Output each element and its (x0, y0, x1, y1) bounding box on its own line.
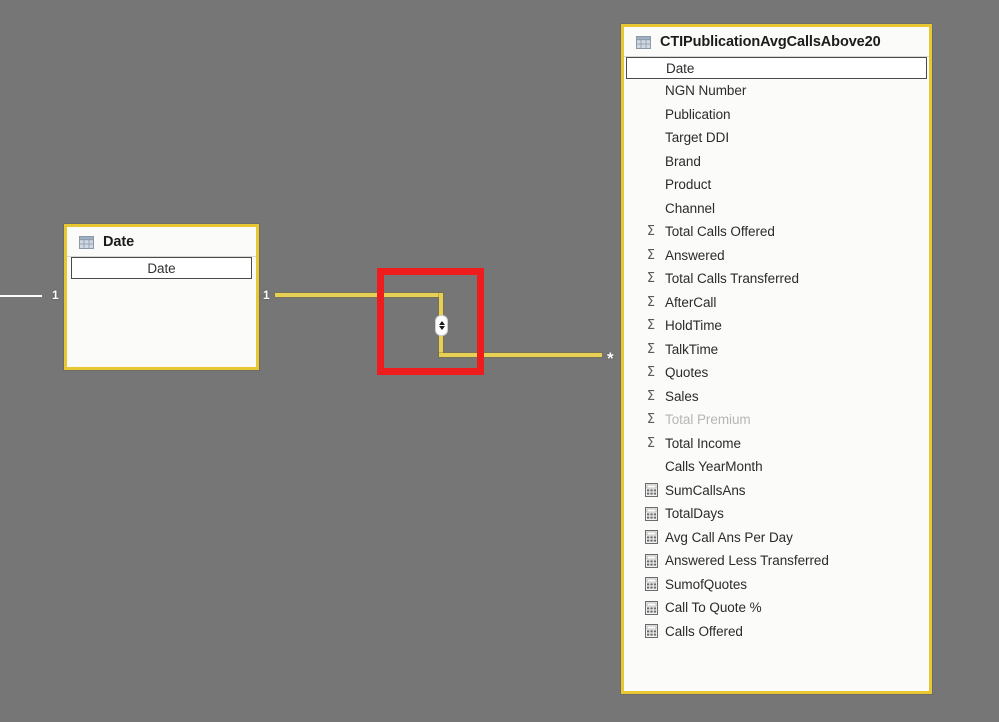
measure-icon (644, 624, 658, 639)
table-icon (636, 35, 651, 49)
field-label: Publication (665, 106, 731, 122)
field-label: Call To Quote % (665, 600, 762, 616)
field-row[interactable]: Channel (624, 197, 929, 221)
sigma-glyph: Σ (646, 271, 656, 287)
field-row[interactable]: Call To Quote % (624, 596, 929, 620)
measure-icon (644, 553, 658, 568)
field-row[interactable]: Σ HoldTime (624, 314, 929, 338)
field-label: Date (666, 60, 695, 76)
field-row[interactable]: Σ Total Calls Offered (624, 220, 929, 244)
relationship-line-offscreen[interactable] (0, 295, 42, 297)
sigma-icon: Σ (644, 342, 658, 356)
red-highlight-box (377, 268, 484, 375)
table-card-date[interactable]: Date Date (64, 224, 259, 370)
field-label: AfterCall (665, 294, 717, 310)
field-row[interactable]: Σ Answered (624, 244, 929, 268)
field-row[interactable]: SumofQuotes (624, 573, 929, 597)
measure-icon (644, 506, 658, 521)
sigma-glyph: Σ (646, 388, 656, 404)
field-row[interactable]: Σ Total Calls Transferred (624, 267, 929, 291)
field-label: Date (147, 260, 176, 276)
field-label: Product (665, 177, 712, 193)
field-row[interactable]: Calls YearMonth (624, 455, 929, 479)
sigma-glyph: Σ (646, 294, 656, 310)
field-label: Total Calls Transferred (665, 271, 799, 287)
cardinality-label-offscreen-one: 1 (52, 288, 59, 302)
field-row[interactable]: Date (626, 57, 927, 79)
cardinality-label-many: * (607, 349, 614, 368)
measure-icon (644, 483, 658, 498)
sigma-icon: Σ (644, 295, 658, 309)
field-row[interactable]: Target DDI (624, 126, 929, 150)
field-label: TalkTime (665, 341, 719, 357)
field-row[interactable]: Σ Total Income (624, 432, 929, 456)
field-row[interactable]: NGN Number (624, 79, 929, 103)
field-label: Answered (665, 247, 725, 263)
field-row[interactable]: Answered Less Transferred (624, 549, 929, 573)
field-label: Calls YearMonth (665, 459, 763, 475)
field-row[interactable]: Avg Call Ans Per Day (624, 526, 929, 550)
field-label: HoldTime (665, 318, 722, 334)
sigma-icon: Σ (644, 389, 658, 403)
field-label: NGN Number (665, 83, 747, 99)
field-label: Answered Less Transferred (665, 553, 829, 569)
field-row[interactable]: Σ Sales (624, 385, 929, 409)
field-row[interactable]: Σ Quotes (624, 361, 929, 385)
sigma-glyph: Σ (646, 318, 656, 334)
sigma-glyph: Σ (646, 412, 656, 428)
table-card-cti-publication[interactable]: CTIPublicationAvgCallsAbove20 Date NGN Nu… (621, 24, 932, 694)
table-header-date[interactable]: Date (67, 227, 256, 256)
field-row[interactable]: Σ Total Premium (624, 408, 929, 432)
sigma-icon: Σ (644, 272, 658, 286)
sigma-icon: Σ (644, 366, 658, 380)
field-label: Avg Call Ans Per Day (665, 529, 793, 545)
sigma-icon: Σ (644, 436, 658, 450)
field-row[interactable]: Product (624, 173, 929, 197)
field-label: TotalDays (665, 506, 724, 522)
field-label: Channel (665, 200, 715, 216)
table-header-cti-publication[interactable]: CTIPublicationAvgCallsAbove20 (624, 27, 929, 56)
field-label: SumofQuotes (665, 576, 747, 592)
sigma-glyph: Σ (646, 224, 656, 240)
field-label: Target DDI (665, 130, 730, 146)
field-label: Brand (665, 153, 701, 169)
field-row[interactable]: SumCallsAns (624, 479, 929, 503)
sigma-icon: Σ (644, 225, 658, 239)
field-label: Total Calls Offered (665, 224, 775, 240)
measure-icon (644, 600, 658, 615)
sigma-glyph: Σ (646, 435, 656, 451)
sigma-glyph: Σ (646, 247, 656, 263)
field-row[interactable]: Calls Offered (624, 620, 929, 644)
sigma-icon: Σ (644, 319, 658, 333)
sigma-icon: Σ (644, 413, 658, 427)
field-row[interactable]: Σ AfterCall (624, 291, 929, 315)
field-label: Calls Offered (665, 623, 743, 639)
sigma-icon: Σ (644, 248, 658, 262)
table-title-date: Date (103, 234, 135, 250)
model-diagram-canvas[interactable]: 1 Date Date 1 * CTIPublicationAvgCallsAb… (0, 0, 999, 722)
field-label: Total Income (665, 435, 741, 451)
sigma-glyph: Σ (646, 365, 656, 381)
field-row-date[interactable]: Date (71, 257, 252, 279)
table-icon (79, 235, 94, 249)
sigma-glyph: Σ (646, 341, 656, 357)
table-title-cti-publication: CTIPublicationAvgCallsAbove20 (660, 34, 881, 50)
field-list-cti-publication[interactable]: Date NGN Number Publication Target DDI Brand… (624, 57, 929, 643)
field-label: SumCallsAns (665, 482, 746, 498)
field-label: Sales (665, 388, 699, 404)
field-row[interactable]: Σ TalkTime (624, 338, 929, 362)
measure-icon (644, 577, 658, 592)
field-row[interactable]: TotalDays (624, 502, 929, 526)
cardinality-label-one-date-side: 1 (263, 288, 270, 302)
field-list-date[interactable]: Date (67, 257, 256, 279)
field-label: Quotes (665, 365, 709, 381)
field-row[interactable]: Brand (624, 150, 929, 174)
field-row[interactable]: Publication (624, 103, 929, 127)
field-label: Total Premium (665, 412, 751, 428)
measure-icon (644, 530, 658, 545)
